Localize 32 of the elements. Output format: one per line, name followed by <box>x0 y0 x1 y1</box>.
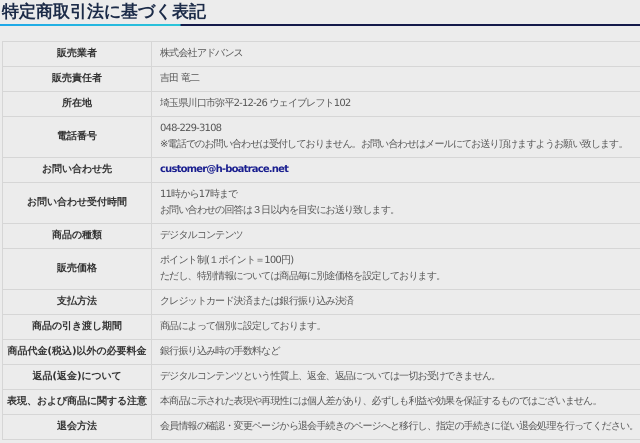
row-label: 退会方法 <box>2 414 152 440</box>
value-text: ただし、特別情報については商品毎に別途価格を設定しております。 <box>160 270 446 284</box>
value-text: 会員情報の確認・変更ページから退会手続きのページへと移行し、指定の手続きに従い退会処理を行ってください。 <box>160 420 638 434</box>
value-text: 048-229-3108 <box>160 122 222 136</box>
row-label: 商品の種類 <box>2 224 152 248</box>
email-link[interactable]: customer@h-boatrace.net <box>160 162 288 178</box>
row-label: 販売価格 <box>2 248 152 290</box>
row-label: 販売責任者 <box>2 66 152 92</box>
value-text: 商品によって個別に設定しております。 <box>160 320 326 334</box>
value-text: デジタルコンテンツ <box>160 229 243 243</box>
row-label: 返品(返金)について <box>2 364 152 390</box>
value-text: 本商品に示された表現や再現性には個人差があり、必ずしも利益や効果を保証するものではございません。 <box>160 394 602 409</box>
value-text: ※電話でのお問い合わせは受付しておりません。お問い合わせはメールにてお送り頂けますようお願い致します。 <box>160 138 628 152</box>
row-label: 支払方法 <box>2 290 152 314</box>
row-label: 販売業者 <box>2 42 152 66</box>
row-label: 商品の引き渡し期間 <box>2 314 152 340</box>
value-text: 吉田 竜二 <box>160 72 200 86</box>
value-text: 株式会社アドバンス <box>160 46 243 61</box>
row-label: 表現、および商品に関する注意 <box>2 390 152 414</box>
value-text: 銀行振り込み時の手数料など <box>160 344 280 359</box>
page-title: 特定商取引法に基づく表記 <box>2 1 207 24</box>
row-label: 電話番号 <box>2 116 152 158</box>
value-text: ポイント制(１ポイント＝100円) <box>160 254 294 268</box>
row-label: 商品代金(税込)以外の必要料金 <box>2 340 152 364</box>
value-text: お問い合わせの回答は３日以内を目安にお送り致します。 <box>160 204 400 218</box>
value-text: デジタルコンテンツという性質上、返金、返品については一切お受けできません。 <box>160 370 500 384</box>
value-text: 11時から17時まで <box>160 188 238 202</box>
row-label: お問い合わせ受付時間 <box>2 182 152 224</box>
value-text: 埼玉県川口市弥平2-12-26 ウェイブレフト102 <box>160 96 350 111</box>
row-label: お問い合わせ先 <box>2 158 152 182</box>
value-text: クレジットカード決済または銀行振り込み決済 <box>160 294 354 309</box>
row-label: 所在地 <box>2 92 152 116</box>
